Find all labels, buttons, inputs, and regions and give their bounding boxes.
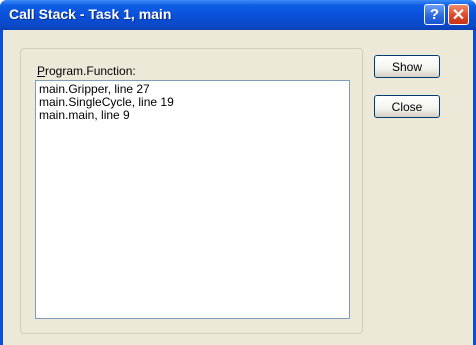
close-icon[interactable]: ✕: [448, 4, 469, 25]
close-button[interactable]: Close: [374, 95, 440, 118]
dialog-body: Program.Function: main.Gripper, line 27 …: [3, 30, 473, 345]
show-button[interactable]: Show: [374, 55, 440, 78]
help-icon[interactable]: ?: [424, 4, 445, 25]
call-stack-dialog: Call Stack - Task 1, main ? ✕ Program.Fu…: [0, 0, 476, 345]
label-text: rogram.Function:: [45, 64, 136, 78]
list-item[interactable]: main.main, line 9: [39, 109, 346, 122]
call-stack-list[interactable]: main.Gripper, line 27 main.SingleCycle, …: [35, 80, 350, 319]
window-title: Call Stack - Task 1, main: [9, 6, 172, 22]
title-bar[interactable]: Call Stack - Task 1, main ? ✕: [0, 0, 476, 30]
program-function-label: Program.Function:: [37, 64, 136, 78]
label-mnemonic: P: [37, 64, 46, 78]
